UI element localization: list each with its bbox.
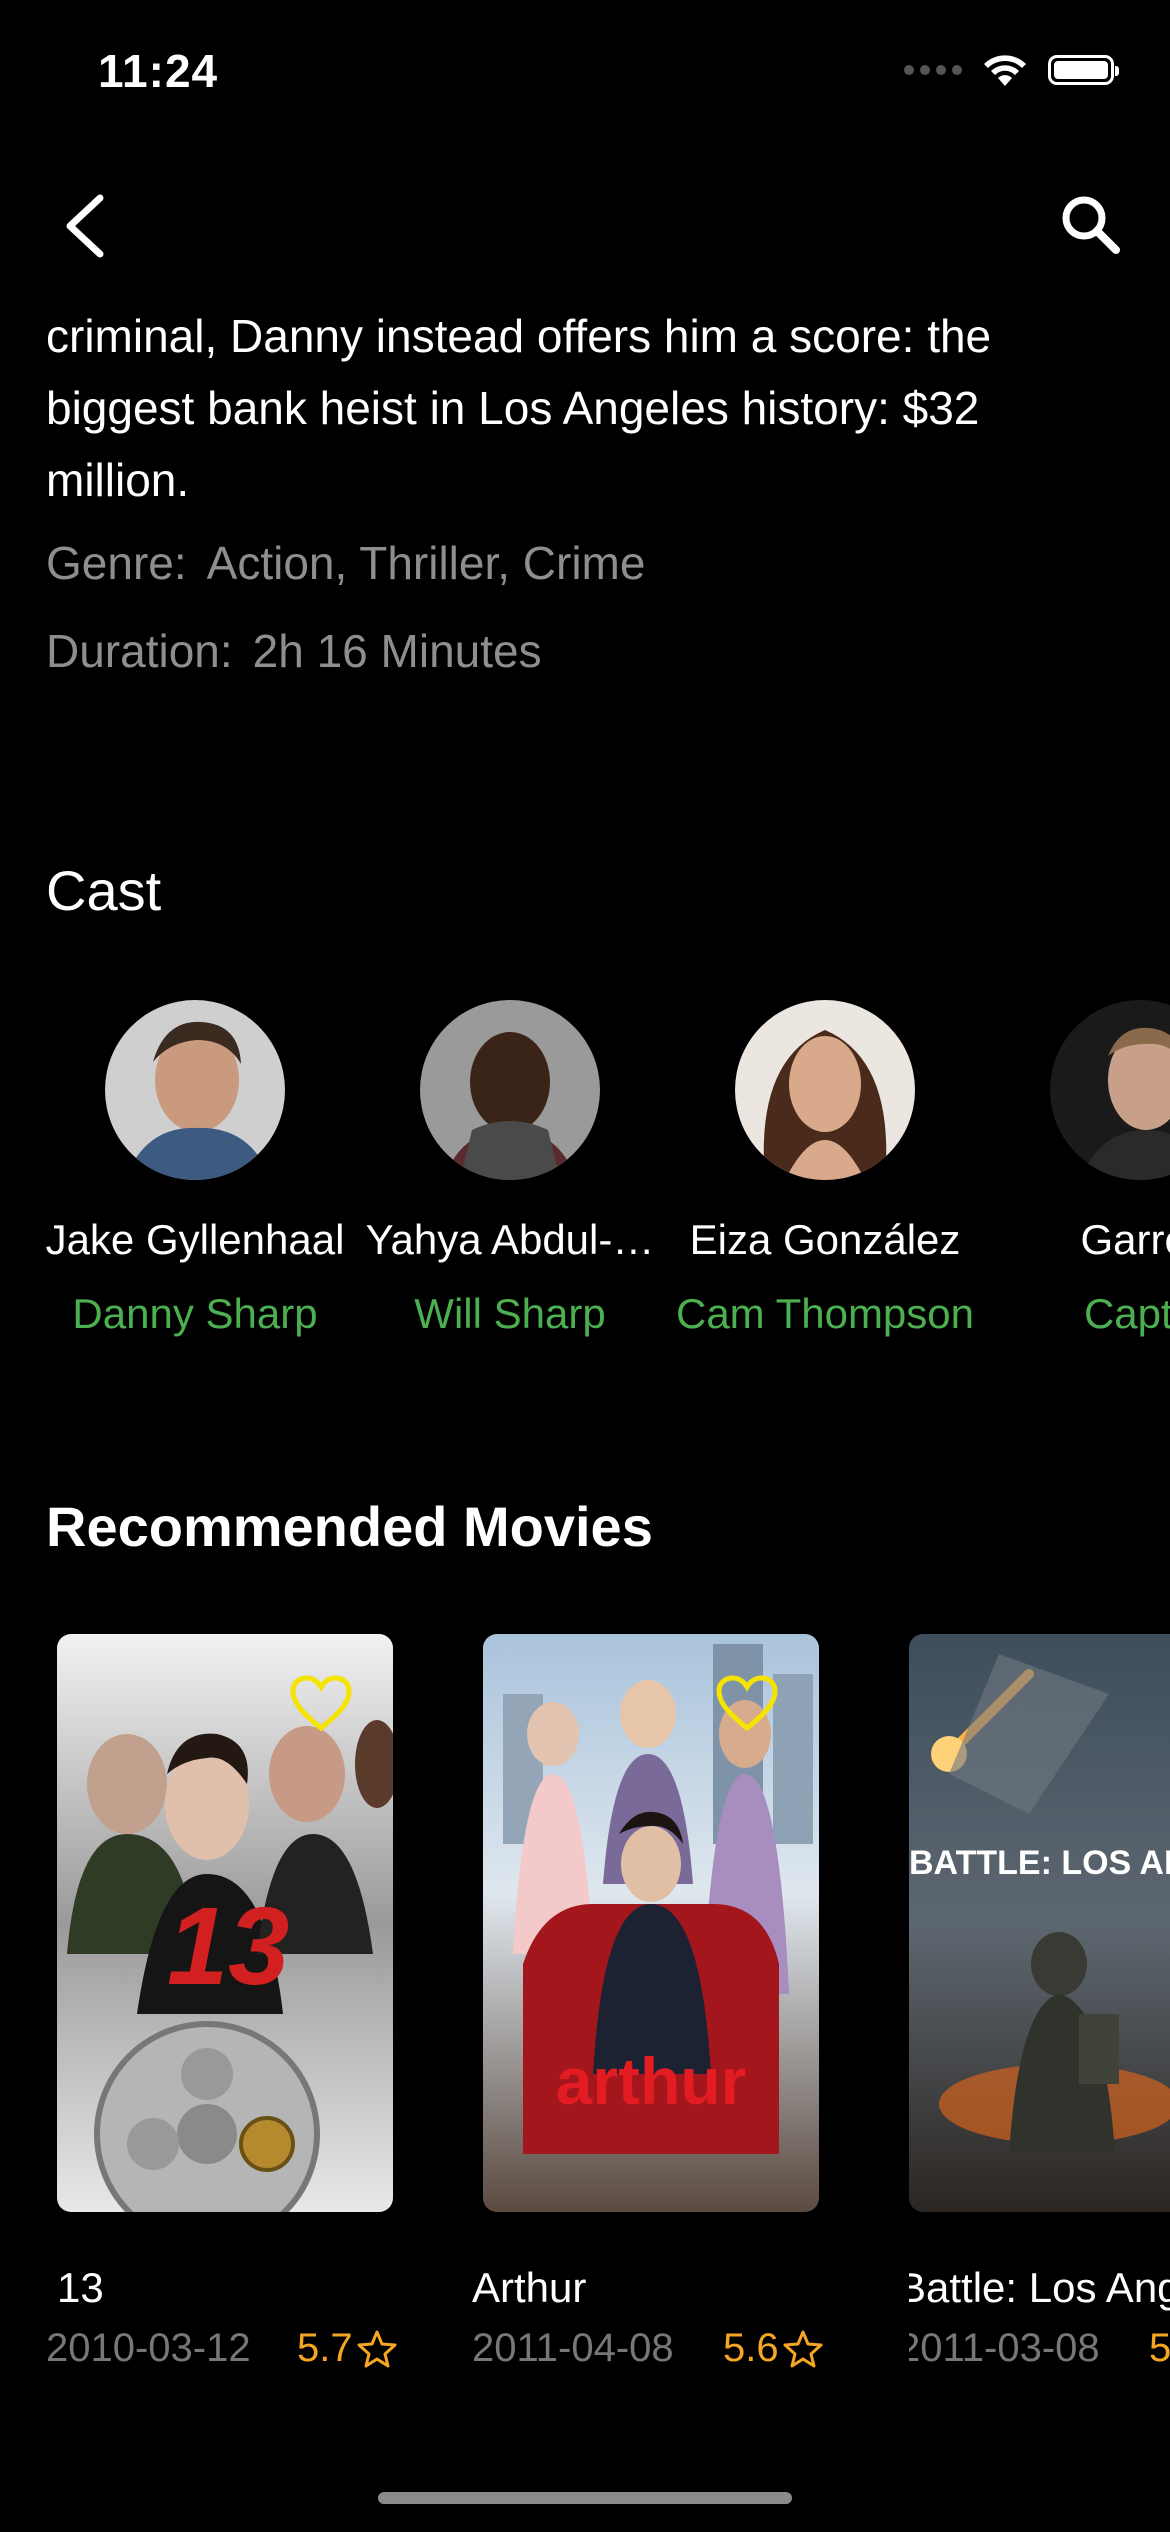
- rating-value: 5: [1149, 2326, 1170, 2370]
- movie-title: Arthur: [472, 2264, 587, 2311]
- cast-item[interactable]: Jake Gyllenhaal Danny Sharp: [45, 1000, 345, 1338]
- cast-name: Garret: [1080, 1216, 1170, 1263]
- movie-card[interactable]: 13 13 2010-03-12 5.7: [46, 1634, 397, 2394]
- cast-role: Will Sharp: [414, 1290, 606, 1337]
- movie-rating: 5: [1149, 2326, 1170, 2371]
- cast-photo: [105, 1000, 285, 1180]
- movie-title: Battle: Los Ang: [909, 2264, 1170, 2311]
- star-icon: [783, 2330, 823, 2367]
- movie-card[interactable]: arthur Arthur 2011-04-08 5.6: [472, 1634, 823, 2394]
- movie-poster: arthur: [483, 1634, 819, 2212]
- cast-list: Jake Gyllenhaal Danny Sharp Yahya Abdul-…: [0, 1000, 1170, 1360]
- duration-label: Duration:: [46, 625, 233, 677]
- movie-poster: BATTLE: LOS ANG: [909, 1634, 1170, 2212]
- movie-poster: 13: [57, 1634, 393, 2212]
- wifi-icon: [984, 55, 1026, 86]
- favorite-heart-icon[interactable]: [715, 1674, 779, 1732]
- recommended-section-title: Recommended Movies: [46, 1495, 653, 1558]
- cast-name: Eiza González: [689, 1216, 961, 1263]
- movie-overview: criminal, Danny instead offers him a sco…: [46, 310, 992, 506]
- cellular-signal-icon: [904, 65, 962, 75]
- duration-value: 2h 16 Minutes: [252, 625, 542, 677]
- cast-role: Capta: [1083, 1290, 1170, 1337]
- rating-value: 5.6: [723, 2326, 779, 2370]
- cast-item[interactable]: Eiza González Cam Thompson: [675, 1000, 975, 1338]
- movie-release-date: 2010-03-12: [46, 2326, 251, 2370]
- cast-photo: [420, 1000, 600, 1180]
- cast-name: Jake Gyllenhaal: [45, 1216, 345, 1263]
- star-icon: [357, 2330, 397, 2367]
- duration-row: Duration: 2h 16 Minutes: [46, 624, 542, 678]
- cast-item[interactable]: Yahya Abdul-… Will Sharp: [360, 1000, 660, 1338]
- avatar: [105, 1000, 285, 1180]
- search-icon: [1062, 196, 1120, 254]
- chevron-left-icon: [66, 194, 104, 258]
- cast-name: Yahya Abdul-…: [365, 1216, 655, 1263]
- movie-rating: 5.6: [723, 2326, 823, 2371]
- cast-item[interactable]: Garret Capta: [990, 1000, 1170, 1338]
- genre-row: Genre: Action, Thriller, Crime: [46, 536, 645, 590]
- avatar: [420, 1000, 600, 1180]
- cast-section-title: Cast: [46, 859, 162, 922]
- movie-release-date: 2011-03-08: [909, 2326, 1100, 2370]
- poster-title-text: BATTLE: LOS ANG: [909, 1844, 1170, 1882]
- poster-title-text: 13: [167, 1885, 289, 2008]
- genre-value: Action, Thriller, Crime: [206, 537, 646, 589]
- movie-rating: 5.7: [297, 2326, 397, 2371]
- avatar: [735, 1000, 915, 1180]
- movie-title: 13: [57, 2264, 104, 2311]
- poster-title-text: arthur: [556, 2044, 747, 2118]
- battery-icon: [1048, 55, 1119, 85]
- rating-value: 5.7: [297, 2326, 353, 2370]
- back-button[interactable]: [56, 190, 116, 260]
- cast-role: Cam Thompson: [675, 1290, 975, 1337]
- cast-role: Danny Sharp: [72, 1290, 318, 1337]
- cast-photo: [735, 1000, 915, 1180]
- home-indicator[interactable]: [378, 2492, 792, 2504]
- poster-image: BATTLE: LOS ANG: [909, 1634, 1170, 2212]
- movie-detail-screen: 11:24 criminal, Danny instead offers him…: [0, 0, 1170, 2532]
- search-button[interactable]: [1056, 190, 1126, 260]
- status-icons: [904, 52, 1119, 88]
- movie-release-date: 2011-04-08: [472, 2326, 674, 2370]
- favorite-heart-icon[interactable]: [289, 1674, 353, 1732]
- genre-label: Genre:: [46, 537, 187, 589]
- status-time: 11:24: [98, 45, 219, 97]
- cast-photo: [1050, 1000, 1170, 1180]
- avatar: [1050, 1000, 1170, 1180]
- movie-card[interactable]: BATTLE: LOS ANG Battle: Los Ang 2011-03-…: [909, 1634, 1170, 2394]
